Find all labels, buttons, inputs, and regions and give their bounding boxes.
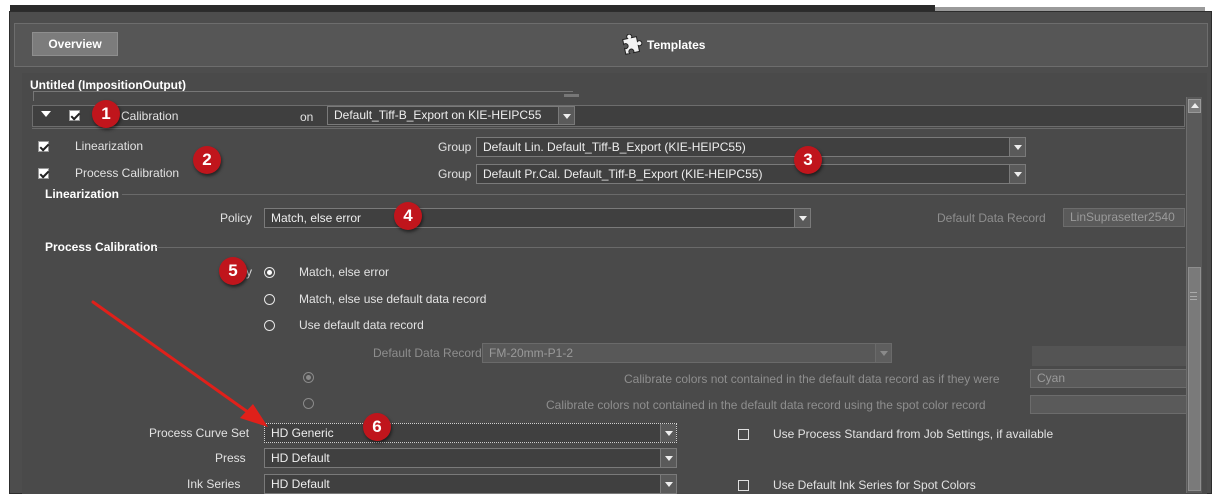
on-label: on	[300, 110, 314, 124]
curve-set-dropdown[interactable]: HD Generic	[264, 423, 677, 443]
process-calibration-group-label: Group	[438, 167, 472, 181]
disabled-field-bg	[1032, 346, 1187, 366]
calibration-target-dropdown[interactable]: Default_Tiff-B_Export on KIE-HEIPC55	[327, 106, 575, 125]
top-strip	[0, 0, 1215, 11]
annotation-badge-5: 5	[219, 257, 247, 285]
ink-series-value: HD Default	[271, 477, 330, 491]
header-bar: Overview Templates	[14, 23, 1208, 67]
chevron-down-icon	[558, 107, 574, 124]
use-standard-option[interactable]: Use Process Standard from Job Settings, …	[738, 427, 1053, 441]
chevron-down-icon	[660, 475, 676, 493]
puzzle-icon	[622, 34, 643, 55]
process-default-record-dropdown[interactable]: FM-20mm-P1-2	[482, 343, 892, 363]
use-standard-checkbox[interactable]	[738, 428, 749, 440]
curve-set-value: HD Generic	[271, 426, 334, 440]
linearization-group-dropdown[interactable]: Default Lin. Default_Tiff-B_Export (KIE-…	[476, 137, 1026, 157]
process-default-record-label: Default Data Record	[373, 346, 482, 360]
tab-divider	[33, 91, 579, 101]
press-label: Press	[215, 451, 246, 465]
linearization-section-title: Linearization	[45, 187, 120, 201]
annotation-badge-3: 3	[794, 146, 822, 174]
use-standard-label: Use Process Standard from Job Settings, …	[773, 427, 1054, 441]
linearization-row: Linearization	[38, 139, 143, 153]
vertical-scrollbar[interactable]	[1186, 97, 1202, 493]
process-calibration-row: Process Calibration	[38, 166, 179, 180]
process-calibration-group-dropdown[interactable]: Default Pr.Cal. Default_Tiff-B_Export (K…	[476, 164, 1026, 184]
chevron-down-icon	[875, 344, 891, 362]
annotation-badge-4: 4	[394, 202, 422, 230]
option-label: Match, else error	[299, 265, 390, 279]
chevron-down-icon	[1009, 138, 1025, 156]
calibrate-spot-label: Calibrate colors not contained in the de…	[546, 398, 986, 412]
linearization-default-record-label: Default Data Record	[937, 211, 1046, 225]
radio-match-error[interactable]	[264, 266, 275, 278]
process-calibration-group-value: Default Pr.Cal. Default_Tiff-B_Export (K…	[483, 167, 763, 181]
process-section-title: Process Calibration	[45, 240, 158, 254]
calibration-target-value: Default_Tiff-B_Export on KIE-HEIPC55	[334, 108, 542, 122]
scroll-thumb[interactable]	[1188, 267, 1201, 491]
calibration-label: Calibration	[121, 109, 179, 123]
chevron-down-icon	[660, 449, 676, 467]
annotation-badge-6: 6	[363, 413, 391, 441]
option-label: Match, else use default data record	[299, 292, 487, 306]
calibrate-as-field[interactable]: Cyan	[1030, 369, 1187, 388]
calibrate-as-label: Calibrate colors not contained in the de…	[624, 372, 1000, 386]
policy-option-match-default[interactable]: Match, else use default data record	[264, 292, 486, 306]
linearization-default-record-field: LinSuprasetter2540	[1063, 208, 1185, 227]
curve-set-label: Process Curve Set	[149, 426, 250, 440]
option-label: Use default data record	[299, 318, 424, 332]
ink-series-label: Ink Series	[187, 477, 241, 491]
overview-button[interactable]: Overview	[32, 32, 118, 56]
ink-series-dropdown[interactable]: HD Default	[264, 474, 677, 494]
use-ink-label: Use Default Ink Series for Spot Colors	[773, 478, 976, 492]
linearization-group-value: Default Lin. Default_Tiff-B_Export (KIE-…	[483, 140, 746, 154]
linearization-group-label: Group	[438, 140, 472, 154]
grip-icon	[1190, 292, 1197, 300]
use-ink-option[interactable]: Use Default Ink Series for Spot Colors	[738, 478, 976, 492]
chevron-down-icon	[660, 424, 676, 442]
radio-calibrate-as[interactable]	[303, 372, 314, 383]
templates-label: Templates	[647, 38, 706, 52]
process-calibration-label: Process Calibration	[75, 166, 180, 180]
press-dropdown[interactable]: HD Default	[264, 448, 677, 468]
chevron-down-icon	[1009, 165, 1025, 183]
templates-title: Templates	[619, 34, 705, 56]
linearization-policy-dropdown[interactable]: Match, else error	[264, 208, 811, 228]
policy-option-match-error[interactable]: Match, else error	[264, 265, 389, 279]
editor-panel: Untitled (ImpositionOutput) Calibration …	[22, 73, 1207, 494]
linearization-checkbox[interactable]	[38, 140, 49, 152]
radio-match-default[interactable]	[264, 293, 275, 305]
chevron-down-icon	[794, 209, 810, 227]
annotation-badge-1: 1	[92, 100, 120, 128]
panel-title: Untitled (ImpositionOutput)	[30, 78, 186, 92]
calibrate-spot-field[interactable]	[1030, 395, 1187, 414]
process-default-record-value: FM-20mm-P1-2	[489, 346, 574, 360]
linearization-policy-value: Match, else error	[271, 211, 362, 225]
use-ink-checkbox[interactable]	[738, 479, 749, 491]
calibration-checkbox[interactable]	[69, 110, 80, 121]
linearization-policy-label: Policy	[220, 211, 253, 225]
policy-option-use-default[interactable]: Use default data record	[264, 318, 424, 332]
scroll-up-icon[interactable]	[1188, 99, 1201, 113]
radio-calibrate-spot[interactable]	[303, 398, 314, 409]
annotation-badge-2: 2	[193, 146, 221, 174]
radio-use-default[interactable]	[264, 319, 275, 331]
process-calibration-checkbox[interactable]	[38, 167, 49, 179]
linearization-label: Linearization	[75, 139, 144, 153]
collapse-arrow-icon[interactable]	[41, 111, 51, 117]
calibration-row: Calibration on Default_Tiff-B_Export on …	[32, 105, 1185, 127]
press-value: HD Default	[271, 451, 330, 465]
